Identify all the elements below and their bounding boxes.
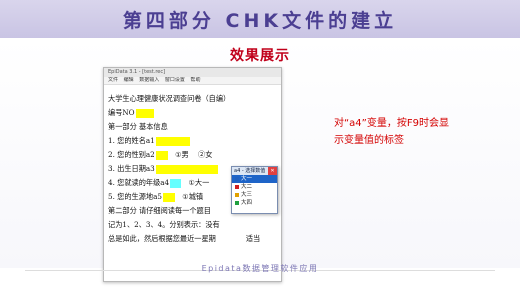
picker-option-4[interactable]: 大四 (232, 199, 277, 207)
picker-option-label: 大四 (241, 200, 253, 206)
a5-field[interactable] (162, 192, 175, 202)
q3-row: 3. 出生日期a3 (108, 164, 218, 174)
note-line-2: 示变量值的标签 (334, 135, 404, 146)
instruction-line-b-tail: 适当 (245, 234, 261, 243)
section2-heading: 第二部分 请仔细阅读每一个题目 (108, 206, 211, 215)
q4-row: 4. 您就读的年级a4 ①大一 (108, 178, 209, 188)
a4-field[interactable] (170, 178, 182, 188)
menu-item-edit[interactable]: 编辑 (124, 77, 134, 83)
menu-item-window[interactable]: 窗口设置 (165, 77, 185, 83)
section1-heading: 第一部分 基本信息 (108, 122, 168, 131)
id-field[interactable] (135, 108, 154, 118)
instruction-line-b-row: 总是如此，然后根据您最近一星期 适当 (108, 234, 260, 244)
id-row: 编号NO (108, 108, 154, 118)
q1-label: 1. 您的姓名a1 (108, 136, 155, 145)
picker-option-3[interactable]: 大三 (232, 191, 277, 199)
instruction-line-b: 总是如此，然后根据您最近一星期 (108, 234, 216, 243)
close-icon[interactable]: ✕ (268, 167, 277, 175)
q3-label: 3. 出生日期a3 (108, 164, 155, 173)
picker-option-label: 大一 (241, 176, 253, 182)
a1-field[interactable] (155, 136, 190, 146)
window-titlebar: EpiData 3.1 - [test.rec] (104, 68, 281, 77)
slide-subtitle: 效果展示 (230, 48, 290, 64)
option-swatch (235, 177, 239, 181)
menu-item-file[interactable]: 文件 (108, 77, 118, 83)
slide-footer: Epidata数据管理软件应用 (201, 264, 319, 273)
q1-row: 1. 您的姓名a1 (108, 136, 190, 146)
a2-field[interactable] (155, 150, 168, 160)
q4-label: 4. 您就读的年级a4 (108, 178, 170, 187)
note-line-1: 对“a4”变量，按F9时会显 (334, 118, 449, 129)
slide-title: 第四部分 CHK文件的建立 (122, 9, 398, 32)
slide-title-bar: 第四部分 CHK文件的建立 (0, 0, 520, 38)
annotation-note: 对“a4”变量，按F9时会显 示变量值的标签 (334, 115, 464, 149)
menu-item-data-entry[interactable]: 数据输入 (139, 77, 159, 83)
picker-option-label: 大三 (241, 192, 253, 198)
id-label: 编号NO (108, 108, 135, 117)
q5-option-1: ①城镇 (182, 192, 204, 201)
q2-option-female: ②女 (198, 150, 213, 159)
picker-option-label: 大二 (241, 184, 253, 190)
menu-bar: 文件 编辑 数据输入 窗口设置 帮助 (104, 77, 281, 85)
value-label-picker: a4 - 选择数值 ✕ 大一 大二 大三 大四 (231, 166, 278, 214)
picker-titlebar: a4 - 选择数值 ✕ (232, 167, 277, 175)
q2-label: 2. 您的性别a2 (108, 150, 155, 159)
window-title: EpiData 3.1 - [test.rec] (108, 69, 166, 75)
form-heading: 大学生心理健康状况调查问卷（自编） (108, 94, 231, 103)
option-swatch (235, 193, 239, 197)
instruction-line-a: 记为1、2、3、4。分别表示：没有 (108, 220, 220, 229)
q5-row: 5. 您的生源地a5 ①城镇 (108, 192, 203, 202)
picker-option-1[interactable]: 大一 (232, 175, 277, 183)
q4-option-1: ①大一 (188, 178, 210, 187)
picker-option-2[interactable]: 大二 (232, 183, 277, 191)
q2-row: 2. 您的性别a2 ①男 ②女 (108, 150, 212, 160)
menu-item-help[interactable]: 帮助 (190, 77, 200, 83)
q5-label: 5. 您的生源地a5 (108, 192, 162, 201)
q2-option-male: ①男 (175, 150, 189, 159)
a3-field[interactable] (155, 164, 218, 174)
option-swatch (235, 201, 239, 205)
picker-title: a4 - 选择数值 (234, 168, 266, 174)
option-swatch (235, 185, 239, 189)
